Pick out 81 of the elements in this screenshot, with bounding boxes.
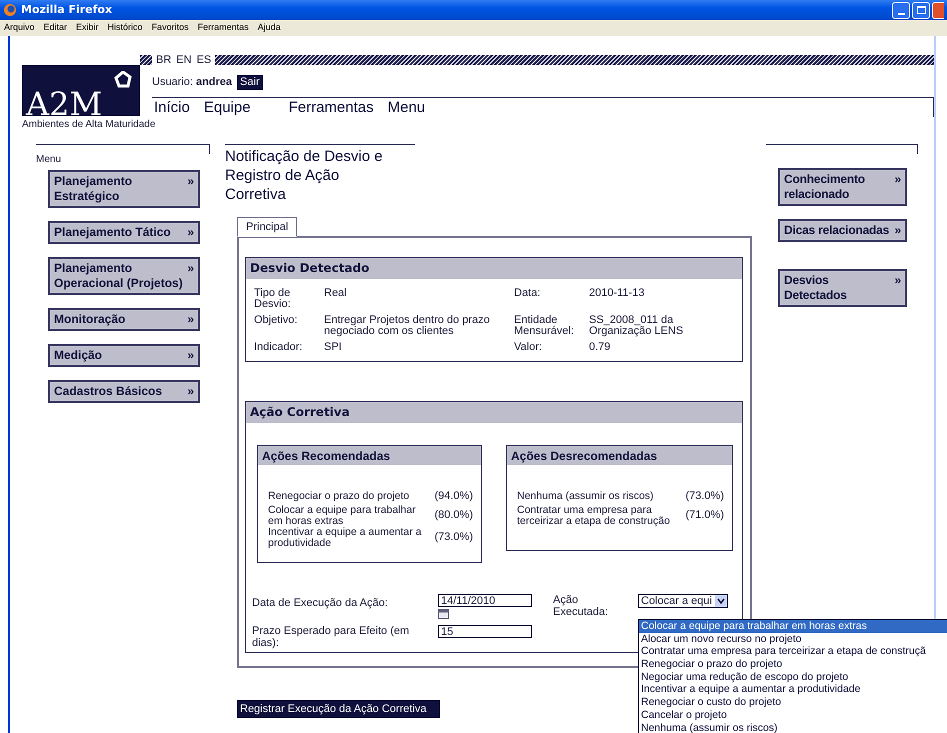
logout-button[interactable]: Sair <box>237 74 263 90</box>
menu-button[interactable]: Planejamento Tático » <box>48 221 200 244</box>
dropdown-option[interactable]: Negociar uma redução de escopo do projeto <box>639 670 947 684</box>
field-label: Data: <box>514 288 542 301</box>
action-text: Nenhuma (assumir os riscos) <box>517 490 655 502</box>
language-link[interactable]: EN <box>176 55 192 65</box>
dropdown-option[interactable]: Colocar a equipe para trabalhar em horas extras <box>639 620 947 633</box>
action-score: (71.0%) <box>685 508 724 524</box>
submit-button[interactable]: Registrar Execução da Ação Corretiva <box>237 700 440 718</box>
dropdown-option[interactable]: Cancelar o projeto <box>639 708 947 722</box>
menu-item[interactable]: Exibir <box>76 21 99 35</box>
menu-item[interactable]: Histórico <box>108 21 143 35</box>
minimize-button[interactable] <box>892 2 910 18</box>
menu-button[interactable]: Planejamento Estratégico » <box>48 170 200 208</box>
language-link[interactable]: BR <box>156 55 172 65</box>
action-text: Colocar a equipe para trabalhar em horas extras <box>268 504 417 526</box>
menu-item[interactable]: Arquivo <box>4 21 35 35</box>
action-score: (94.0%) <box>434 489 473 504</box>
panel-heading: Ações Recomendadas <box>258 446 481 466</box>
window-title: Mozilla Firefox <box>21 2 112 18</box>
menu-button[interactable]: Monitoração » <box>48 308 200 331</box>
field-label: Entidade Mensurável: <box>514 315 575 337</box>
tagline: Ambientes de Alta Maturidade <box>22 119 156 131</box>
field-value: Real <box>324 288 348 301</box>
days-field[interactable]: 15 <box>438 625 532 638</box>
nav-link[interactable]: Menu <box>388 99 426 117</box>
action-score: (80.0%) <box>434 508 473 524</box>
dropdown-option[interactable]: Alocar um novo recurso no projeto <box>639 632 947 646</box>
field-label: Ação Executada: <box>553 594 610 620</box>
action-text: Renegociar o prazo do projeto <box>268 490 410 502</box>
firefox-icon <box>3 3 17 17</box>
maximize-button[interactable] <box>912 2 930 18</box>
logo-mark-icon <box>114 71 132 89</box>
tab[interactable]: Principal <box>237 217 298 237</box>
panel-heading: Ação Corretiva <box>246 402 742 423</box>
dropdown-option[interactable]: Renegociar o custo do projeto <box>639 696 947 709</box>
field-label: Data de Execução da Ação: <box>252 596 389 611</box>
menu-item[interactable]: Ferramentas <box>198 21 249 35</box>
field-label: Prazo Esperado para Efeito (em dias): <box>252 625 410 649</box>
field-value: Entregar Projetos dentro do prazo negociado com os clientes <box>324 315 491 337</box>
panel-heading: Desvio Detectado <box>246 258 742 279</box>
field-label: Tipo de Desvio: <box>254 288 292 310</box>
user-name: andrea <box>196 74 232 90</box>
stripe-bar <box>140 55 152 65</box>
calendar-icon[interactable] <box>438 609 449 619</box>
action-score: (73.0%) <box>685 489 724 504</box>
nav-link[interactable]: Ferramentas <box>288 99 374 117</box>
logo: A2M <box>22 65 140 116</box>
field-label: Valor: <box>514 342 543 353</box>
action-select[interactable]: Colocar a equi <box>638 594 728 608</box>
menu-button[interactable]: Medição » <box>48 344 200 367</box>
menu-item[interactable]: Favoritos <box>152 21 189 35</box>
date-field[interactable]: 14/11/2010 <box>438 594 532 607</box>
menu-button[interactable]: Desvios Detectados » <box>778 269 907 307</box>
menu-button[interactable]: Planejamento Operacional (Projetos) » <box>48 257 200 295</box>
user-label: Usuario: <box>152 74 193 90</box>
dropdown-option[interactable]: Nenhuma (assumir os riscos) <box>639 722 947 733</box>
field-label: Objetivo: <box>254 315 298 328</box>
language-link[interactable]: ES <box>196 55 212 65</box>
nav-link[interactable]: Equipe <box>204 99 251 117</box>
page-title: Notificação de Desvio e Registro de Ação Corretiva <box>225 147 384 204</box>
field-value: 2010-11-13 <box>589 288 646 301</box>
dropdown-option[interactable]: Contratar uma empresa para terceirizar a etapa de construçã <box>639 645 947 658</box>
menu-item[interactable]: Editar <box>44 21 68 35</box>
close-button[interactable] <box>932 2 944 18</box>
dropdown-option[interactable]: Incentivar a equipe a aumentar a produtividade <box>639 683 947 696</box>
nav-link[interactable]: Início <box>154 99 190 117</box>
action-score: (73.0%) <box>434 530 473 546</box>
action-text: Incentivar a equipe a aumentar a produtividade <box>268 526 423 548</box>
dropdown-option[interactable]: Renegociar o prazo do projeto <box>639 658 947 671</box>
menu-heading: Menu <box>36 154 62 165</box>
menu-button[interactable]: Dicas relacionadas » <box>778 219 907 242</box>
field-label: Indicador: <box>254 342 304 353</box>
field-value: 0.79 <box>589 342 612 353</box>
field-value: SPI <box>324 342 343 353</box>
field-value: SS_2008_011 da Organização LENS <box>589 315 684 337</box>
panel-heading: Ações Desrecomendadas <box>507 446 732 466</box>
action-text: Contratar uma empresa para terceirizar a etapa de construção <box>517 504 671 526</box>
menu-button[interactable]: Conhecimento relacionado » <box>778 168 907 206</box>
menu-item[interactable]: Ajuda <box>258 21 281 35</box>
menu-button[interactable]: Cadastros Básicos » <box>48 380 200 403</box>
